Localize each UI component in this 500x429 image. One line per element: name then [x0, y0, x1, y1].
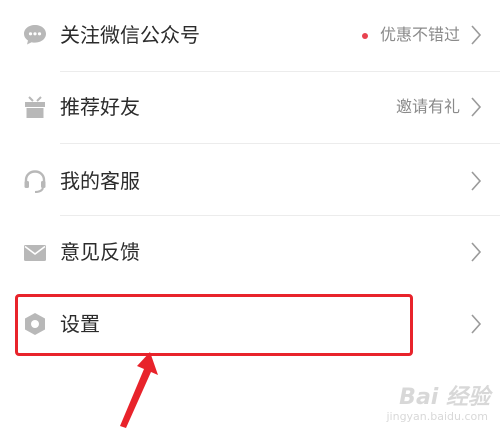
- menu-item-hint: 优惠不错过: [379, 25, 460, 44]
- menu-item-recommend-friends[interactable]: 推荐好友 邀请有礼: [0, 72, 500, 144]
- menu-item-label: 设置: [60, 312, 100, 336]
- menu-list: 关注微信公众号 优惠不错过 推荐好友 邀请有礼 我的客服 意见反馈 设置: [0, 0, 500, 360]
- notification-dot: [362, 33, 368, 39]
- gift-icon: [22, 94, 48, 120]
- mail-icon: [22, 240, 48, 266]
- menu-item-label: 意见反馈: [60, 240, 140, 264]
- menu-item-follow-wechat[interactable]: 关注微信公众号 优惠不错过: [0, 0, 500, 72]
- wechat-icon: [22, 22, 48, 48]
- menu-item-customer-service[interactable]: 我的客服: [0, 144, 500, 216]
- chevron-right-icon: [470, 24, 482, 46]
- menu-item-label: 我的客服: [60, 169, 140, 193]
- menu-item-hint: 邀请有礼: [395, 97, 460, 116]
- watermark: Bai 经验 jingyan.baidu.com: [380, 377, 490, 423]
- chevron-right-icon: [470, 96, 482, 118]
- chevron-right-icon: [470, 170, 482, 192]
- headset-icon: [22, 168, 48, 194]
- settings-hexagon-icon: [22, 311, 48, 337]
- watermark-url: jingyan.baidu.com: [386, 410, 488, 423]
- menu-item-settings[interactable]: 设置: [0, 288, 500, 358]
- menu-item-label: 推荐好友: [60, 95, 140, 119]
- chevron-right-icon: [470, 241, 482, 263]
- menu-item-feedback[interactable]: 意见反馈: [0, 216, 500, 286]
- watermark-logo-text: Bai 经验: [399, 385, 490, 410]
- chevron-right-icon: [470, 313, 482, 335]
- menu-item-label: 关注微信公众号: [60, 23, 200, 47]
